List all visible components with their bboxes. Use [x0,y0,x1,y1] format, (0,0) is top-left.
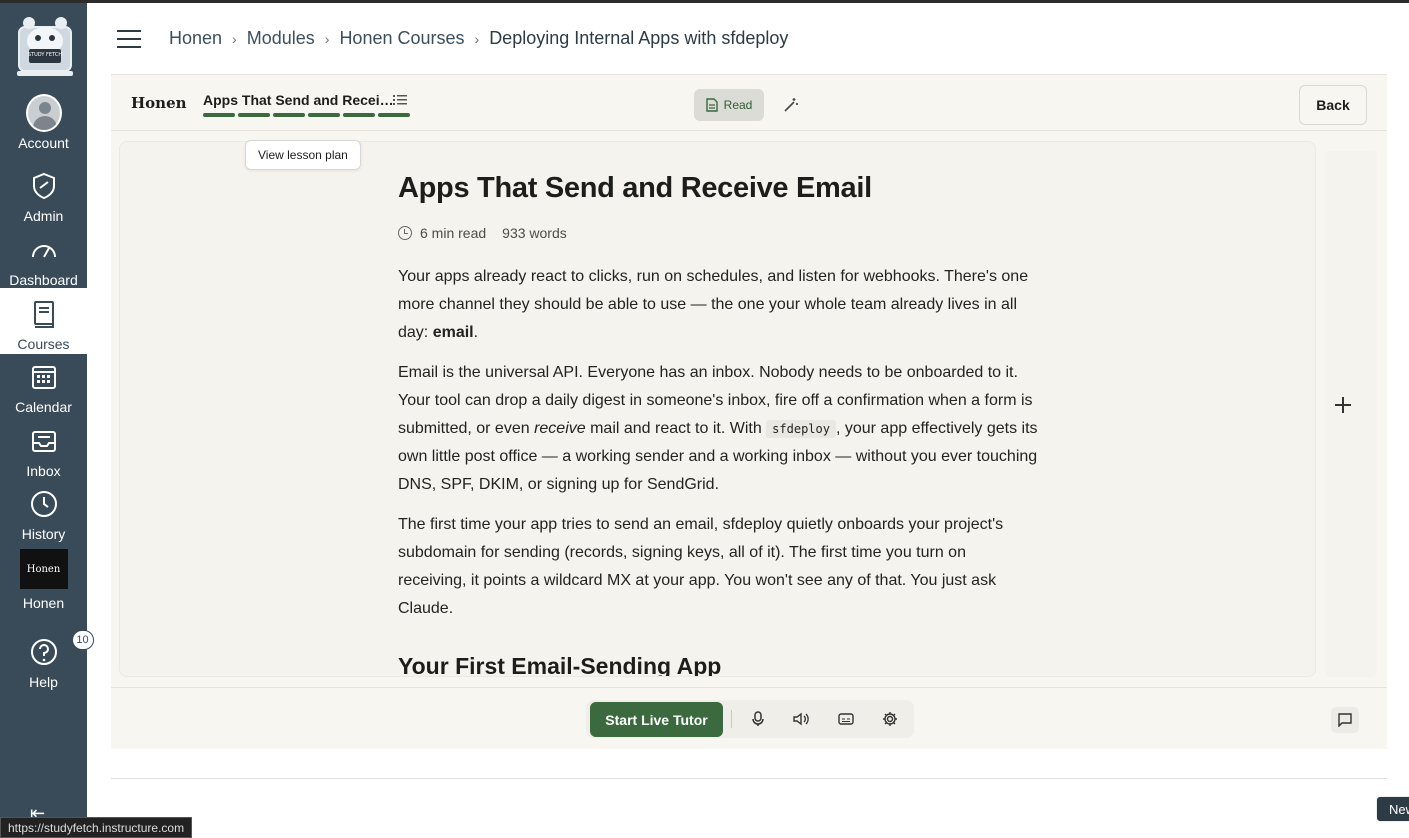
status-bar-url: https://studyfetch.instructure.com [0,817,193,838]
chevron-right-icon: › [232,30,237,47]
inline-code: sfdeploy [766,420,836,438]
nav-dashboard-label: Dashboard [9,272,78,288]
global-nav: STUDY FETCH Account Admin Dashboard Cour… [0,3,94,838]
clock-icon [26,486,62,522]
nav-history[interactable]: History [0,486,87,548]
calendar-icon [26,359,62,395]
honen-lesson-app: Honen Apps That Send and Recei… Read Bac… [111,74,1387,749]
divider [731,710,732,728]
honen-brand: Honen [131,94,187,112]
p1-end: . [473,324,479,341]
lesson-title[interactable]: Apps That Send and Recei… [203,92,394,108]
nav-account-label: Account [18,135,69,151]
start-live-tutor-button[interactable]: Start Live Tutor [590,702,723,737]
paragraph-2: Email is the universal API. Everyone has… [398,359,1038,499]
progress-segment [238,113,270,117]
lesson-plan-tooltip: View lesson plan [245,140,361,170]
book-icon [26,296,62,332]
nav-honen-label: Honen [22,595,65,611]
speedometer-icon [26,232,62,268]
new-button[interactable]: New [1376,796,1409,822]
p1-text: Your apps already react to clicks, run o… [398,268,1029,341]
magic-wand-icon [784,98,798,112]
section-heading: Your First Email-Sending App [398,653,722,677]
microphone-icon[interactable] [746,707,770,731]
lesson-article: Apps That Send and Receive Email 6 min r… [398,172,1038,677]
breadcrumb-modules[interactable]: Modules [247,28,315,49]
paragraph-1: Your apps already react to clicks, run o… [398,263,1038,347]
tutor-footer: Start Live Tutor [111,687,1387,749]
chat-bubble-icon[interactable] [1331,707,1359,733]
chevron-right-icon: › [474,30,480,47]
progress-segment [273,113,305,117]
article-meta: 6 min read 933 words [398,225,1038,241]
p1-bold: email [432,324,474,341]
nav-inbox[interactable]: Inbox [0,423,87,485]
breadcrumb-honen[interactable]: Honen [169,28,222,49]
p2-text-b: mail and react to it. With [585,420,767,437]
nav-admin-label: Admin [23,208,64,224]
nav-inbox-label: Inbox [26,463,61,479]
read-time: 6 min read [420,225,487,241]
word-count: 933 words [502,225,567,241]
honen-logo: Honen [19,549,68,589]
course-menu-toggle-button[interactable] [117,30,141,48]
inbox-icon [26,423,62,459]
read-mode-label: Read [723,98,753,112]
nav-courses-label: Courses [17,336,70,352]
account-avatar-icon [25,94,62,132]
nav-calendar-label: Calendar [15,399,72,415]
progress-segment [343,113,375,117]
nav-dashboard[interactable]: Dashboard [0,232,87,294]
captions-icon[interactable] [834,707,858,731]
window-top-edge [0,0,1409,3]
help-icon: 10 [26,630,94,670]
read-mode-button[interactable]: Read [694,89,764,121]
chevron-right-icon: › [324,30,330,47]
nav-courses[interactable]: Courses [0,288,87,354]
nav-calendar[interactable]: Calendar [0,359,87,421]
nav-help-label: Help [29,674,58,690]
p2-emphasis: receive [534,420,586,437]
reader-panel: Apps That Send and Receive Email 6 min r… [119,141,1316,677]
add-plus-icon[interactable] [1333,395,1353,415]
breadcrumb: Honen › Modules › Honen Courses › Deploy… [169,28,788,49]
paragraph-3: The first time your app tries to send an… [398,516,1004,617]
settings-gear-icon[interactable] [878,707,902,731]
speaker-icon[interactable] [790,707,814,731]
nav-history-label: History [21,526,66,542]
divider [111,778,1387,779]
nav-help[interactable]: 10 Help [0,630,94,696]
back-button[interactable]: Back [1299,85,1367,125]
shield-icon [26,168,62,204]
logo-text: STUDY FETCH [28,52,62,58]
breadcrumb-current: Deploying Internal Apps with sfdeploy [489,28,789,48]
tutor-controls: Start Live Tutor [586,700,914,738]
progress-segment [203,113,235,117]
breadcrumb-honen-courses[interactable]: Honen Courses [339,28,464,49]
help-badge: 10 [71,630,94,650]
nav-honen[interactable]: Honen Honen [0,549,87,611]
lesson-progress-bar [203,113,410,117]
clock-icon [398,226,412,240]
magic-wand-button[interactable] [778,92,804,118]
nav-admin[interactable]: Admin [0,168,87,230]
progress-segment [378,113,410,117]
progress-segment [308,113,340,117]
nav-account[interactable]: Account [0,94,87,157]
lesson-plan-list-icon[interactable] [393,93,407,105]
studyfetch-logo[interactable]: STUDY FETCH [17,13,73,77]
lesson-header: Honen Apps That Send and Recei… Read Bac… [111,75,1387,131]
article-title: Apps That Send and Receive Email [398,172,872,204]
document-icon [705,98,718,112]
